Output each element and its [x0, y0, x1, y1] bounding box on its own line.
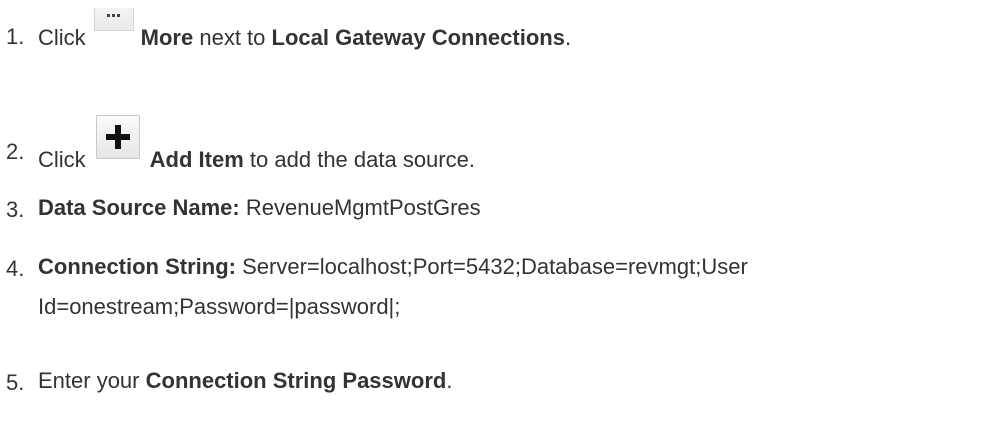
add-item-label: Add Item [149, 147, 244, 172]
step-text: to add the data source. [249, 147, 475, 172]
step-text: next to [199, 25, 266, 50]
connection-string-value-line-1: Server=localhost;Port=5432;Database=revm… [242, 254, 748, 279]
step-number: 4. [6, 256, 25, 281]
local-gateway-connections-label: Local Gateway Connections [271, 25, 565, 50]
step-punctuation: . [564, 25, 572, 50]
connection-string-label: Connection String: [38, 254, 236, 279]
step-number: 3. [6, 197, 25, 222]
step-text: Click [38, 25, 86, 50]
step-punctuation: . [446, 368, 453, 393]
connection-string-value-line-2: Id=onestream;Password=|password|; [38, 294, 401, 319]
more-icon [93, 8, 134, 31]
more-label: More [140, 25, 194, 50]
plus-icon [95, 115, 140, 159]
step-number: 2. [6, 139, 25, 164]
step-text: Click [38, 147, 86, 172]
step-number: 1. [6, 24, 25, 49]
connection-string-password-label: Connection String Password [145, 368, 447, 393]
data-source-name-label: Data Source Name: [38, 195, 240, 220]
step-number: 5. [6, 370, 25, 395]
step-text: Enter your [38, 368, 140, 393]
data-source-name-value: RevenueMgmtPostGres [245, 195, 481, 220]
